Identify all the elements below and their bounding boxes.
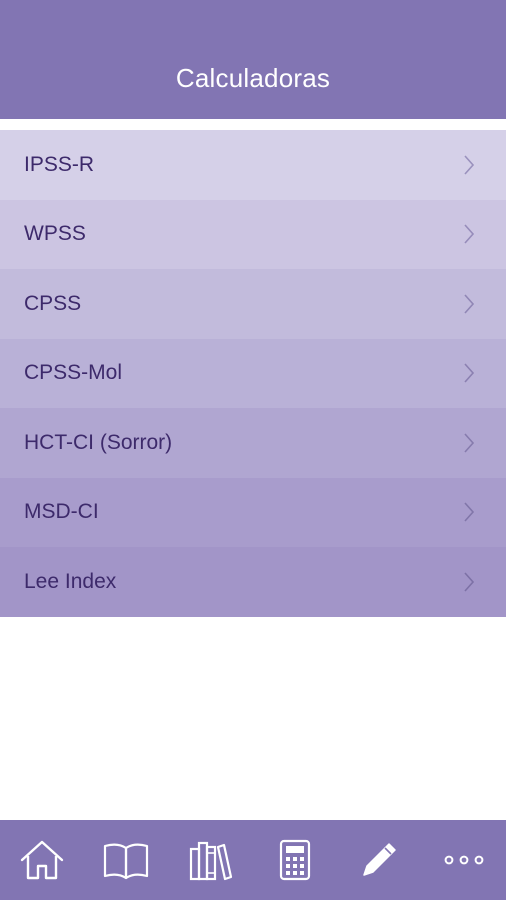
open-book-icon [102,840,150,880]
list-item-label: CPSS [24,291,82,315]
list-item-wpss[interactable]: WPSS [0,199,506,269]
tab-more[interactable] [422,820,506,900]
list-item-label: Lee Index [24,569,117,593]
chevron-right-icon [462,154,476,176]
list-item-hct-ci-sorror[interactable]: HCT-CI (Sorror) [0,408,506,478]
more-dots-icon [444,855,484,865]
list-item-cpss-mol[interactable]: CPSS-Mol [0,338,506,408]
chevron-right-icon [462,432,476,454]
home-icon [19,838,65,882]
app-header: Calculadoras [0,0,506,119]
chevron-right-icon [462,571,476,593]
chevron-right-icon [462,223,476,245]
tab-book[interactable] [84,820,168,900]
chevron-right-icon [462,293,476,315]
list-item-lee-index[interactable]: Lee Index [0,547,506,617]
page-title: Calculadoras [175,63,331,93]
list-item-label: HCT-CI (Sorror) [24,430,173,454]
pencil-icon [358,839,400,881]
tab-library[interactable] [169,820,253,900]
list-item-cpss[interactable]: CPSS [0,269,506,339]
chevron-right-icon [462,362,476,384]
list-item-label: CPSS-Mol [24,361,123,385]
library-books-icon [187,839,235,881]
list-item-label: IPSS-R [24,152,95,176]
list-item-msd-ci[interactable]: MSD-CI [0,477,506,547]
list-item-label: MSD-CI [24,500,99,524]
bottom-tab-bar [0,820,506,900]
tab-edit[interactable] [337,820,421,900]
tab-home[interactable] [0,820,84,900]
header-divider [0,119,506,130]
calculator-icon [279,839,311,881]
chevron-right-icon [462,501,476,523]
tab-calculator[interactable] [253,820,337,900]
list-item-label: WPSS [24,222,86,246]
list-item-ipss-r[interactable]: IPSS-R [0,130,506,200]
calculator-list: IPSS-R WPSS CPSS CPSS-Mol HCT-CI (Sorror… [0,130,506,617]
